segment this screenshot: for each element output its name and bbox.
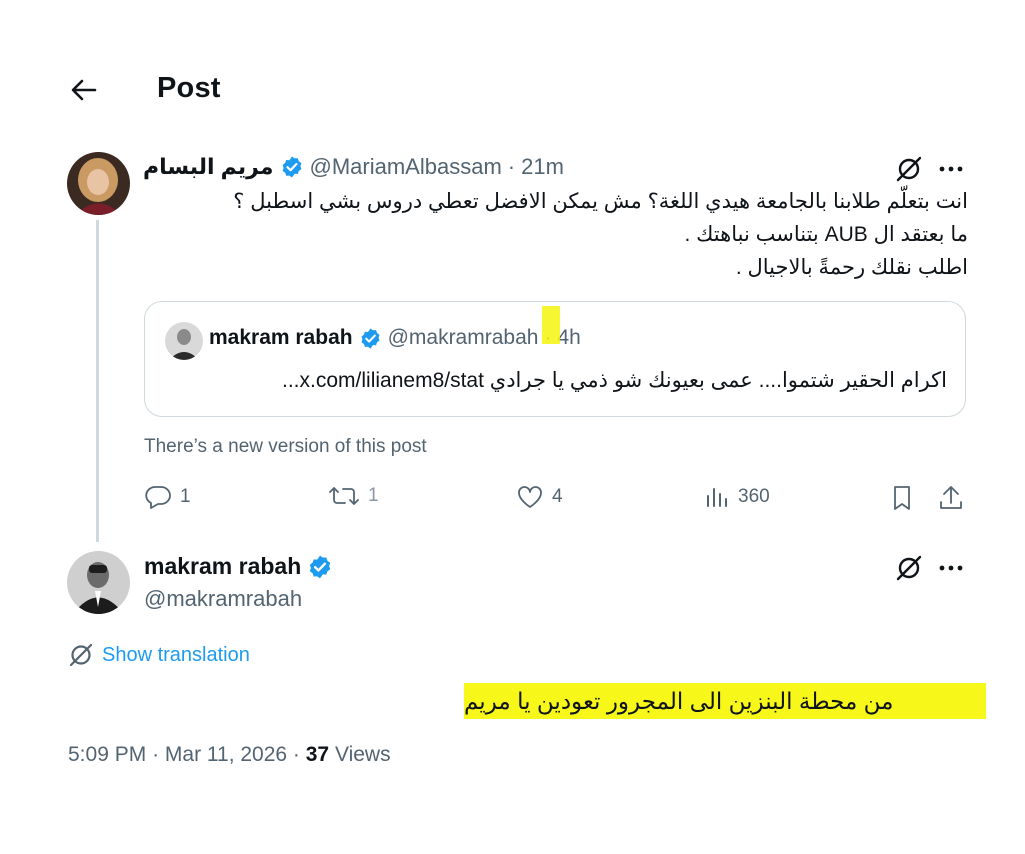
- separator: ·: [292, 743, 306, 766]
- like-button[interactable]: 4: [516, 484, 563, 510]
- post-text-line: اطلب نقلك رحمةً بالاجيال .: [735, 256, 968, 279]
- verified-badge-icon: [282, 156, 301, 178]
- post-text-line: انت بتعلّم طلابنا بالجامعة هيدي اللغة؟ م…: [233, 190, 968, 213]
- views-count: 37: [305, 743, 330, 766]
- main-avatar[interactable]: [67, 551, 130, 614]
- main-author: makram rabah: [144, 553, 333, 580]
- bookmark-icon: [894, 486, 910, 510]
- action-bar: 1 1 4 360: [144, 480, 966, 520]
- views-label: Views: [334, 743, 391, 766]
- separator: ·: [152, 743, 165, 766]
- thread-line: [96, 220, 99, 542]
- author-name[interactable]: makram rabah: [144, 553, 301, 580]
- main-post-text: من محطة البنزين الى المجرور تعودين يا مر…: [464, 683, 986, 719]
- quote-header: makram rabah @makramrabah · 4h: [209, 326, 581, 350]
- highlight-mark: [542, 306, 560, 344]
- translate-icon: [69, 643, 93, 667]
- reply-count: 1: [180, 486, 191, 507]
- post-text-line: ما بعتقد ال AUB بتناسب نباهتك .: [684, 223, 968, 246]
- share-icon: [940, 486, 962, 509]
- views-icon: [707, 488, 727, 507]
- views-button[interactable]: 360: [704, 484, 770, 510]
- separator: ·: [507, 154, 516, 179]
- author-handle[interactable]: @makramrabah: [144, 586, 302, 612]
- views-count: 360: [738, 486, 770, 507]
- grok-icon: [896, 156, 922, 182]
- more-button[interactable]: [934, 152, 968, 186]
- bookmark-button[interactable]: [890, 484, 914, 512]
- share-button[interactable]: [938, 484, 964, 512]
- verified-badge-icon: [310, 555, 331, 578]
- back-button[interactable]: [64, 70, 104, 110]
- quote-text: اكرام الحقير شتموا.... عمى بعيونك شو ذمي…: [282, 369, 947, 392]
- show-translation-label: Show translation: [102, 643, 250, 666]
- new-version-notice: There’s a new version of this post: [144, 436, 427, 457]
- repost-button[interactable]: 1: [328, 484, 379, 508]
- avatar[interactable]: [67, 152, 130, 215]
- quote-author-handle: @makramrabah: [387, 326, 539, 349]
- more-button[interactable]: [934, 551, 968, 585]
- more-icon: [939, 565, 963, 571]
- repost-count: 1: [368, 485, 379, 506]
- post-date[interactable]: Mar 11, 2026: [165, 743, 287, 766]
- quote-avatar: [165, 322, 203, 360]
- grok-icon: [896, 555, 922, 581]
- post-time[interactable]: 21m: [521, 154, 564, 180]
- author-name[interactable]: مريم البسام: [143, 154, 274, 180]
- post-meta: 5:09 PM · Mar 11, 2026 · 37 Views: [68, 743, 391, 767]
- author-handle[interactable]: @MariamAlbassam: [310, 154, 502, 180]
- quote-time: 4h: [557, 326, 581, 349]
- like-icon: [518, 486, 542, 508]
- show-translation-button[interactable]: Show translation: [68, 642, 250, 668]
- top-bar: Post: [0, 60, 1025, 120]
- verified-badge-icon: [361, 327, 380, 349]
- reply-button[interactable]: 1: [144, 484, 191, 510]
- post-header: مريم البسام @MariamAlbassam · 21m: [143, 154, 564, 180]
- grok-button[interactable]: [892, 152, 926, 186]
- more-icon: [939, 166, 963, 172]
- post-text: انت بتعلّم طلابنا بالجامعة هيدي اللغة؟ م…: [200, 185, 968, 284]
- back-arrow-icon: [71, 79, 97, 101]
- page-title: Post: [157, 72, 221, 104]
- quote-author-name: makram rabah: [209, 326, 353, 349]
- reply-icon: [145, 486, 171, 509]
- grok-button[interactable]: [892, 551, 926, 585]
- like-count: 4: [552, 486, 563, 507]
- post-time[interactable]: 5:09 PM: [68, 743, 146, 766]
- repost-icon: [329, 487, 359, 505]
